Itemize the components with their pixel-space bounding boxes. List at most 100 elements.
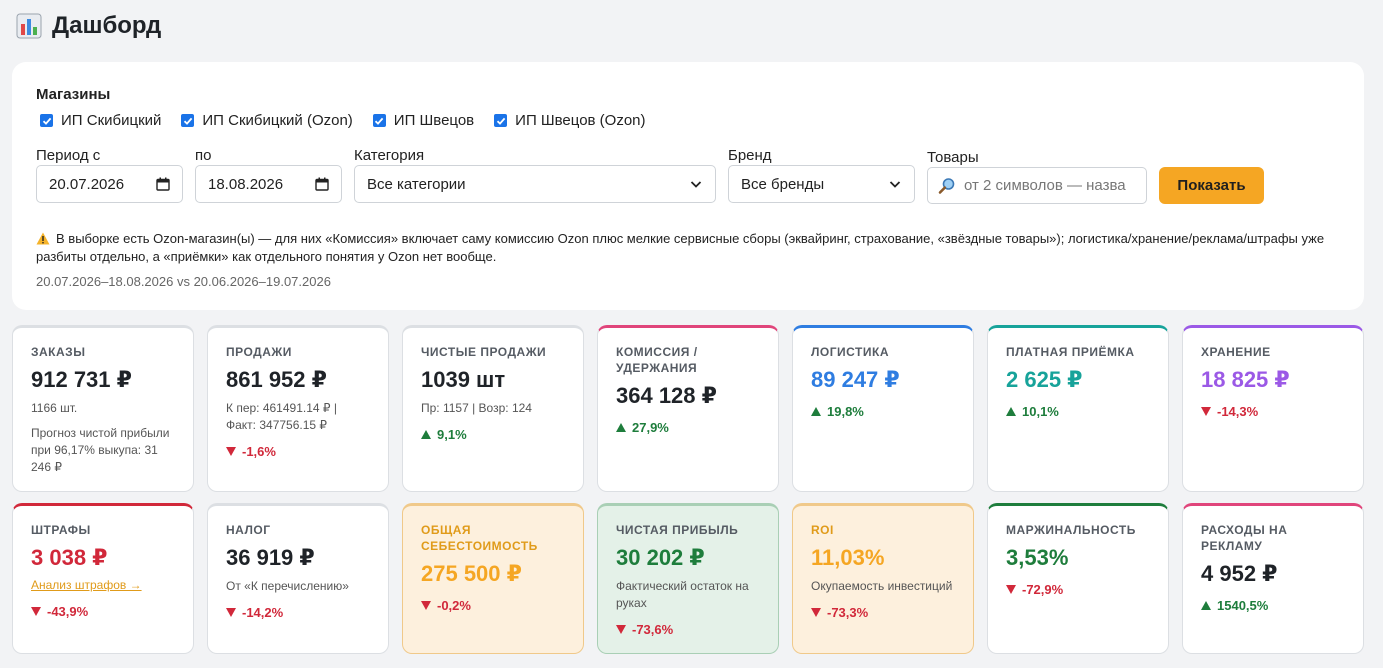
triangle-up-icon [1201,601,1211,610]
card-label: РАСХОДЫ НА РЕКЛАМУ [1201,523,1288,553]
triangle-up-icon [616,423,626,432]
card-tax: НАЛОГ 36 919 ₽ От «К перечислению» -14,2… [207,503,389,654]
card-label: ЧИСТЫЕ ПРОДАЖИ [421,345,547,359]
brand-value: Все бренды [741,175,825,193]
category-select[interactable]: Все категории [354,165,716,203]
ozon-warning: В выборке есть Ozon-магазин(ы) — для них… [36,230,1326,266]
card-commission: КОМИССИЯ / УДЕРЖАНИЯ 364 128 ₽ 27,9% [597,325,779,492]
card-delta: -0,2% [421,598,565,613]
store-checkbox-skibitsky-ozon[interactable]: ИП Скибицкий (Ozon) [181,112,353,129]
card-value: 30 202 ₽ [616,545,705,570]
period-to-value: 18.08.2026 [208,175,284,193]
card-delta: 1540,5% [1201,598,1345,613]
page-title-text: Дашборд [52,12,162,39]
card-sub: Пр: 1157 | Возр: 124 [421,401,532,415]
card-value: 912 731 ₽ [31,367,132,392]
triangle-down-icon [1201,407,1211,416]
triangle-down-icon [616,625,626,634]
card-delta-value: -0,2% [437,598,471,613]
card-delta: -14,2% [226,605,370,620]
card-label: ПРОДАЖИ [226,345,292,359]
card-label: ЗАКАЗЫ [31,345,86,359]
period-from-input[interactable]: 20.07.2026 [36,165,183,203]
card-value: 364 128 ₽ [616,383,717,408]
card-delta-value: 10,1% [1022,404,1059,419]
card-net-sales: ЧИСТЫЕ ПРОДАЖИ 1039 шт Пр: 1157 | Возр: … [402,325,584,492]
store-checkbox-shvetsov[interactable]: ИП Швецов [372,112,475,129]
card-value: 3,53% [1006,545,1069,570]
store-label: ИП Швецов (Ozon) [515,112,646,129]
triangle-down-icon [226,447,236,456]
card-sub: 1166 шт. [31,401,78,415]
triangle-down-icon [1006,585,1016,594]
period-from-value: 20.07.2026 [49,175,125,193]
triangle-down-icon [226,608,236,617]
card-delta-value: 9,1% [437,427,467,442]
products-search-placeholder: от 2 символов — назва [964,177,1126,194]
products-label: Товары [927,149,979,166]
card-delta: 19,8% [811,404,955,419]
card-value: 275 500 ₽ [421,561,522,586]
card-label: ROI [811,523,834,537]
checkbox-checked-icon[interactable] [40,114,53,127]
card-storage: ХРАНЕНИЕ 18 825 ₽ -14,3% [1182,325,1364,492]
card-label: ПЛАТНАЯ ПРИЁМКА [1006,345,1135,359]
brand-select[interactable]: Все бренды [728,165,915,203]
card-delta-value: 1540,5% [1217,598,1269,613]
card-sub: Фактический остаток на руках [616,579,749,610]
card-delta-value: 19,8% [827,404,864,419]
card-delta: 9,1% [421,427,565,442]
card-value: 861 952 ₽ [226,367,327,392]
calendar-icon[interactable] [315,177,329,191]
warning-text: В выборке есть Ozon-магазин(ы) — для них… [36,231,1325,264]
card-net-profit: ЧИСТАЯ ПРИБЫЛЬ 30 202 ₽ Фактический оста… [597,503,779,654]
chevron-down-icon [689,177,703,191]
card-label: ОБЩАЯ СЕБЕСТОИМОСТЬ [421,523,538,553]
card-roi: ROI 11,03% Окупаемость инвестиций -73,3% [792,503,974,654]
period-from-label: Период с [36,147,101,164]
brand-label: Бренд [728,147,772,164]
triangle-up-icon [1006,407,1016,416]
card-delta: -73,3% [811,605,955,620]
card-value: 1039 шт [421,367,506,392]
warning-icon [36,232,50,245]
card-total-cost: ОБЩАЯ СЕБЕСТОИМОСТЬ 275 500 ₽ -0,2% [402,503,584,654]
card-delta: -14,3% [1201,404,1345,419]
card-value: 89 247 ₽ [811,367,900,392]
card-label: НАЛОГ [226,523,271,537]
category-label: Категория [354,147,425,164]
comparison-period: 20.07.2026–18.08.2026 vs 20.06.2026–19.0… [36,274,331,289]
card-paid-acceptance: ПЛАТНАЯ ПРИЁМКА 2 625 ₽ 10,1% [987,325,1169,492]
fines-analysis-link[interactable]: Анализ штрафов → [31,578,142,592]
card-delta: 27,9% [616,420,760,435]
calendar-icon[interactable] [156,177,170,191]
checkbox-checked-icon[interactable] [372,114,386,127]
period-to-input[interactable]: 18.08.2026 [195,165,342,203]
card-sub: К пер: 461491.14 ₽ | Факт: 347756.15 ₽ [226,401,337,432]
card-sub2: Прогноз чистой прибыли при 96,17% выкупа… [31,426,170,474]
category-value: Все категории [367,175,466,193]
store-label: ИП Скибицкий (Ozon) [202,112,353,129]
show-button[interactable]: Показать [1159,167,1264,204]
triangle-up-icon [811,407,821,416]
card-label: ХРАНЕНИЕ [1201,345,1271,359]
card-value: 3 038 ₽ [31,545,108,570]
card-sales: ПРОДАЖИ 861 952 ₽ К пер: 461491.14 ₽ | Ф… [207,325,389,492]
triangle-down-icon [811,608,821,617]
search-icon [938,177,956,195]
card-delta-value: -14,3% [1217,404,1259,419]
card-value: 18 825 ₽ [1201,367,1290,392]
card-label: ЧИСТАЯ ПРИБЫЛЬ [616,523,739,537]
card-delta: -1,6% [226,444,370,459]
store-label: ИП Швецов [393,112,475,129]
products-search-input[interactable]: от 2 символов — назва [927,167,1147,204]
store-checkbox-skibitsky[interactable]: ИП Скибицкий [40,112,161,129]
checkbox-checked-icon[interactable] [181,114,195,127]
page-title: Дашборд [16,12,161,40]
card-label: ЛОГИСТИКА [811,345,889,359]
card-ad-spend: РАСХОДЫ НА РЕКЛАМУ 4 952 ₽ 1540,5% [1182,503,1364,654]
checkbox-checked-icon[interactable] [494,114,508,127]
card-delta-value: -1,6% [242,444,276,459]
card-delta: 10,1% [1006,404,1150,419]
store-checkbox-shvetsov-ozon[interactable]: ИП Швецов (Ozon) [494,112,646,129]
